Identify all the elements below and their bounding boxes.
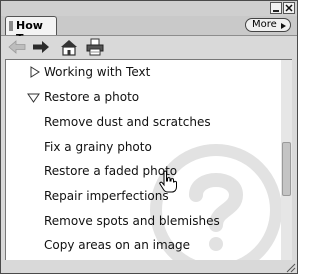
minimize-button[interactable] bbox=[270, 2, 282, 14]
topic-fix-a-grainy-photo[interactable]: Fix a grainy photo bbox=[44, 140, 152, 154]
tab-row: How To More bbox=[1, 16, 297, 45]
more-button-label: More bbox=[252, 19, 277, 30]
collapse-triangle-icon[interactable] bbox=[27, 93, 40, 103]
toolbar bbox=[1, 36, 297, 58]
topic-list: Working with Text Restore a photo Remove… bbox=[5, 59, 292, 260]
topic-remove-dust-and-scratches[interactable]: Remove dust and scratches bbox=[44, 115, 211, 129]
close-button[interactable] bbox=[283, 2, 295, 14]
scrollbar-thumb[interactable] bbox=[282, 142, 291, 196]
topic-restore-a-photo[interactable]: Restore a photo bbox=[44, 90, 139, 104]
hand-cursor-icon bbox=[159, 170, 177, 193]
printer-icon[interactable] bbox=[85, 38, 105, 56]
resize-grip-icon[interactable] bbox=[284, 261, 296, 273]
close-icon bbox=[285, 4, 293, 12]
topic-remove-spots-and-blemishes[interactable]: Remove spots and blemishes bbox=[44, 214, 220, 228]
expand-triangle-icon[interactable] bbox=[30, 66, 40, 78]
tab-how-to[interactable]: How To bbox=[5, 16, 57, 45]
how-to-palette: How To More bbox=[0, 0, 298, 274]
forward-arrow-icon[interactable] bbox=[31, 38, 51, 56]
topic-working-with-text[interactable]: Working with Text bbox=[44, 65, 150, 79]
topic-copy-areas-on-an-image[interactable]: Copy areas on an image bbox=[44, 238, 190, 252]
topic-repair-imperfections[interactable]: Repair imperfections bbox=[44, 189, 169, 203]
home-icon[interactable] bbox=[59, 38, 79, 56]
vertical-scrollbar[interactable] bbox=[281, 60, 292, 260]
grip-icon[interactable] bbox=[9, 21, 13, 31]
back-arrow-icon[interactable] bbox=[7, 38, 27, 56]
palette-title-strip bbox=[1, 1, 297, 16]
more-arrow-icon bbox=[281, 23, 286, 29]
more-button[interactable]: More bbox=[245, 18, 291, 32]
